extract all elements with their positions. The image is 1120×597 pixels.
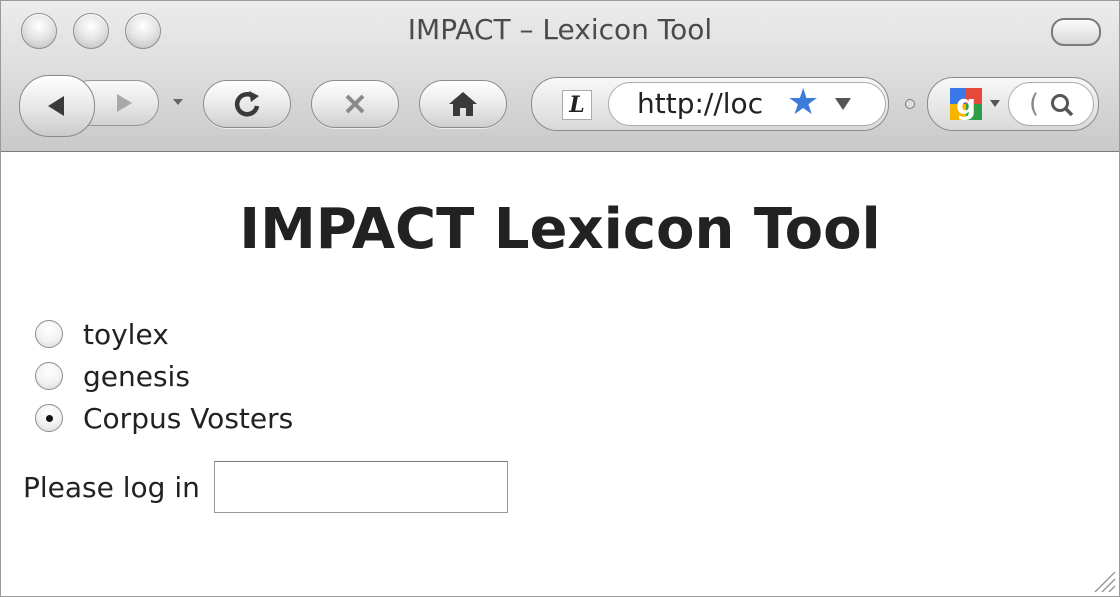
reload-icon: [234, 91, 260, 117]
url-input[interactable]: http://loc ★: [608, 82, 886, 126]
search-icon: [1051, 94, 1074, 117]
option-label: genesis: [83, 359, 190, 393]
toolbar-toggle-button[interactable]: [1051, 18, 1101, 46]
resize-grip-icon[interactable]: [1091, 568, 1117, 594]
back-icon: [48, 96, 64, 116]
home-button[interactable]: [419, 80, 507, 128]
option-genesis[interactable]: genesis: [35, 355, 293, 397]
option-corpus-vosters[interactable]: Corpus Vosters: [35, 397, 293, 439]
search-input[interactable]: (: [1008, 82, 1094, 126]
page-content: IMPACT Lexicon Tool toylex genesis Corpu…: [1, 153, 1119, 596]
site-favicon-icon: L: [562, 90, 592, 120]
back-button[interactable]: [19, 75, 95, 137]
google-icon[interactable]: g: [948, 86, 984, 122]
login-row: Please log in: [23, 461, 508, 513]
page-title: IMPACT Lexicon Tool: [239, 197, 881, 262]
forward-icon: [117, 94, 132, 112]
svg-text:g: g: [956, 88, 976, 121]
bookmark-star-icon[interactable]: ★: [787, 85, 819, 121]
search-engine-chevron-icon[interactable]: [990, 100, 1000, 107]
radio-genesis[interactable]: [35, 362, 63, 390]
radio-toylex[interactable]: [35, 320, 63, 348]
toolbar-separator-dot: [905, 99, 915, 109]
option-label: toylex: [83, 317, 169, 351]
login-label: Please log in: [23, 470, 200, 504]
option-toylex[interactable]: toylex: [35, 313, 293, 355]
history-buttons: [19, 75, 159, 137]
lexicon-options: toylex genesis Corpus Vosters: [35, 313, 293, 439]
home-icon: [449, 92, 477, 116]
option-label: Corpus Vosters: [83, 401, 294, 435]
browser-window: IMPACT – Lexicon Tool L http://loc ★ g (…: [0, 0, 1120, 597]
stop-icon: [345, 94, 365, 114]
login-input[interactable]: [213, 461, 508, 513]
browser-toolbar: IMPACT – Lexicon Tool L http://loc ★ g (: [1, 1, 1119, 152]
radio-corpus-vosters[interactable]: [35, 404, 63, 432]
url-history-chevron-icon[interactable]: [835, 98, 851, 110]
history-menu-chevron-icon[interactable]: [173, 99, 183, 105]
stop-button[interactable]: [311, 80, 399, 128]
reload-button[interactable]: [203, 80, 291, 128]
url-text: http://loc: [637, 87, 764, 120]
search-bar: g (: [927, 77, 1099, 131]
window-title: IMPACT – Lexicon Tool: [407, 13, 713, 46]
search-placeholder: (: [1029, 89, 1040, 119]
address-bar: L http://loc ★: [531, 77, 889, 131]
